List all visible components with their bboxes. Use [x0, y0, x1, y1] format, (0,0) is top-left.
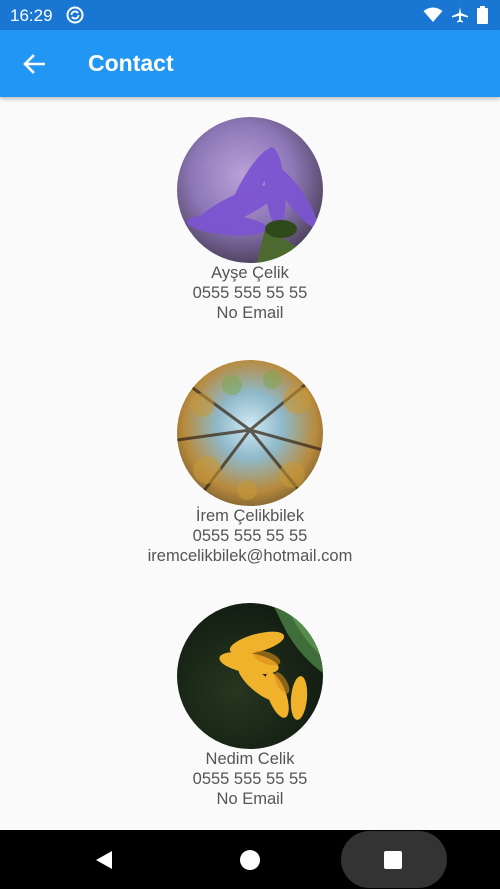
status-time: 16:29 [10, 6, 53, 25]
nav-home-icon[interactable] [240, 850, 260, 870]
contact-name: Ayşe Çelik [211, 264, 289, 282]
avatar [177, 117, 323, 263]
status-icons [423, 6, 488, 24]
nav-recents-button[interactable] [341, 831, 447, 888]
battery-icon [477, 6, 488, 24]
airplane-mode-icon [452, 7, 468, 23]
nav-back-icon[interactable] [94, 850, 114, 870]
navigation-bar [0, 830, 500, 889]
contact-email: No Email [216, 790, 284, 808]
contact-item[interactable]: Ayşe Çelik 0555 555 55 55 No Email [0, 117, 500, 323]
contact-item[interactable]: Nedim Celik 0555 555 55 55 No Email [0, 603, 500, 809]
contact-phone: 0555 555 55 55 [192, 770, 308, 788]
back-button[interactable] [16, 46, 52, 82]
status-bar: 16:29 [0, 0, 500, 30]
page-title: Contact [88, 50, 174, 76]
sync-icon [66, 6, 84, 24]
contact-name: İrem Çelikbilek [195, 507, 305, 525]
contact-email: No Email [216, 304, 284, 322]
app-bar: Contact [0, 30, 500, 97]
avatar [177, 603, 323, 749]
nav-recents-icon [384, 851, 402, 869]
contact-phone: 0555 555 55 55 [192, 527, 308, 545]
contact-list: Ayşe Çelik 0555 555 55 55 No Email İrem … [0, 97, 500, 830]
contact-item[interactable]: İrem Çelikbilek 0555 555 55 55 iremcelik… [0, 360, 500, 566]
arrow-back-icon [23, 54, 45, 74]
contact-phone: 0555 555 55 55 [192, 284, 308, 302]
avatar [177, 360, 323, 506]
contact-name: Nedim Celik [205, 750, 295, 768]
wifi-icon [423, 7, 443, 22]
contact-email: iremcelikbilek@hotmail.com [147, 547, 353, 565]
